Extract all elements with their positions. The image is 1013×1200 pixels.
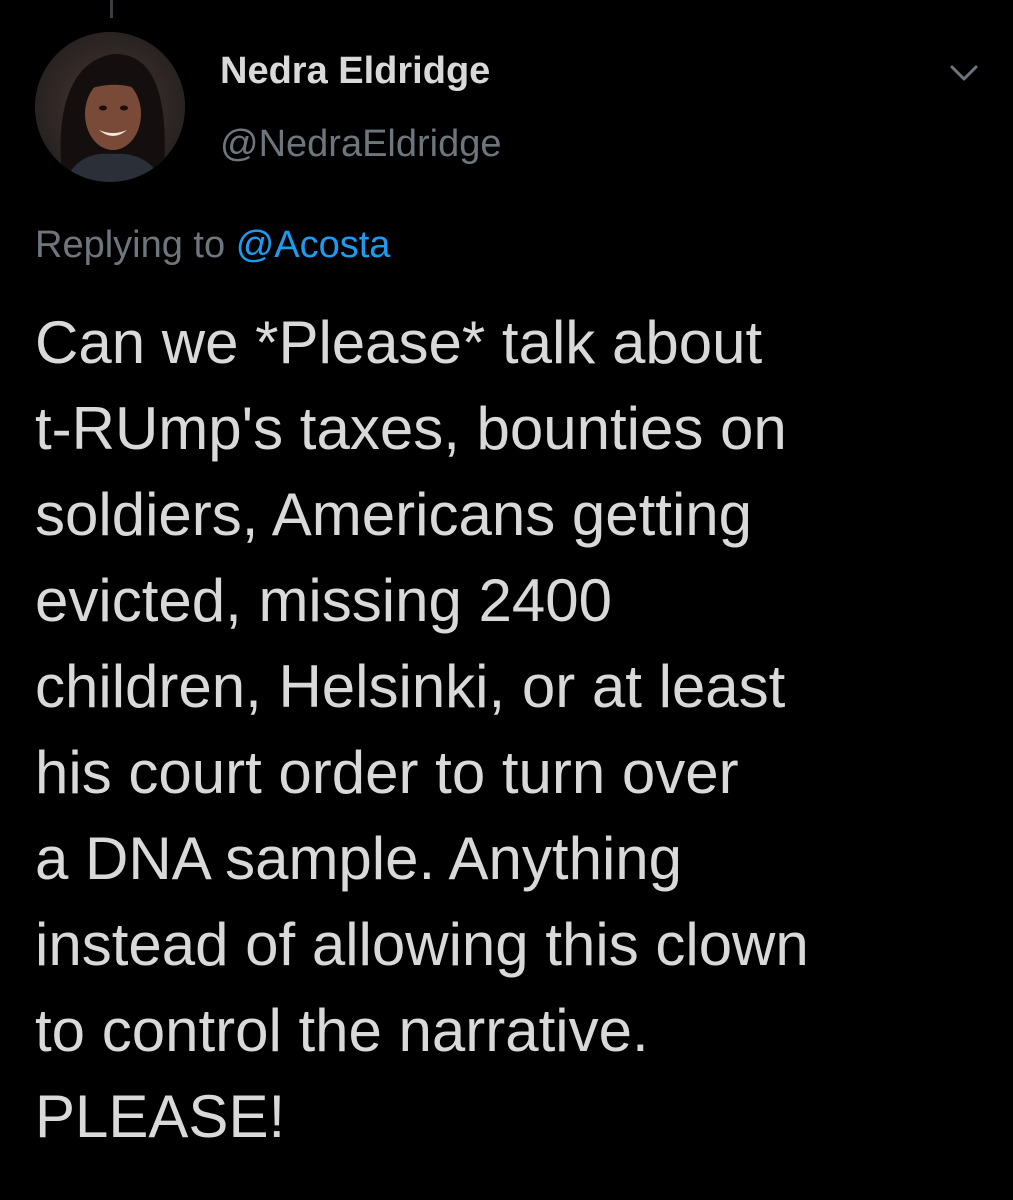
chevron-down-icon (950, 65, 978, 81)
tweet-text-line: Can we *Please* talk about (35, 309, 763, 376)
tweet-text-line: his court order to turn over (35, 739, 739, 806)
replying-to-label: Replying to (35, 224, 226, 266)
replying-to-line: Replying to @Acosta (35, 222, 390, 268)
tweet-text-line: children, Helsinki, or at least (35, 653, 786, 720)
tweet-text-line: instead of allowing this clown (35, 911, 809, 978)
tweet-text-line: evicted, missing 2400 (35, 567, 612, 634)
profile-photo-icon (35, 32, 185, 182)
author-handle[interactable]: @NedraEldridge (220, 121, 502, 167)
tweet-text-line: PLEASE! (35, 1083, 286, 1150)
author-display-name[interactable]: Nedra Eldridge (220, 48, 490, 94)
tweet-text-line: to control the narrative. (35, 997, 649, 1064)
tweet-text-line: a DNA sample. Anything (35, 825, 683, 892)
thread-connector-line (110, 0, 113, 18)
tweet-body: Can we *Please* talk about t-RUmp's taxe… (35, 300, 995, 1160)
avatar[interactable] (35, 32, 185, 182)
tweet-text-line: t-RUmp's taxes, bounties on (35, 395, 787, 462)
tweet-menu-button[interactable] (946, 58, 982, 88)
reply-mention-link[interactable]: @Acosta (236, 224, 391, 266)
tweet-text-line: soldiers, Americans getting (35, 481, 753, 548)
